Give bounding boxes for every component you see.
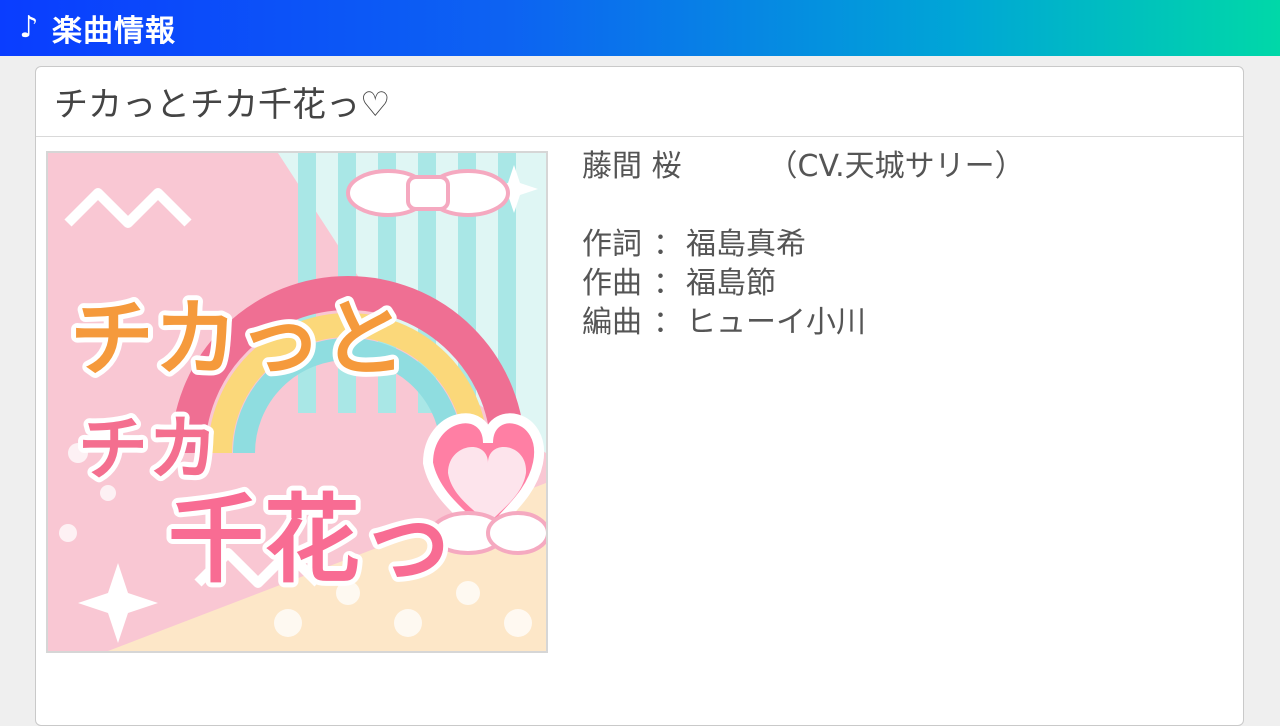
album-jacket-image: チカっと チカ 千花っ — [46, 151, 548, 653]
artist-row: 藤間 桜 （CV.天城サリー） — [582, 147, 1025, 186]
credit-lyrics: 作詞 ： 福島真希 — [582, 225, 1025, 264]
music-note-icon: ♪ — [19, 10, 39, 45]
artist-name: 藤間 桜 — [582, 149, 682, 184]
artist-cv: （CV.天城サリー） — [767, 149, 1025, 184]
credit-separator: ： — [653, 305, 683, 340]
credit-arrangement: 編曲 ： ヒューイ小川 — [582, 303, 1025, 342]
credit-value: ヒューイ小川 — [686, 305, 866, 340]
song-title: チカっとチカ千花っ♡ — [36, 67, 1243, 137]
page-title: 楽曲情報 — [52, 14, 176, 49]
credit-composition: 作曲 ： 福島節 — [582, 264, 1025, 303]
jacket-title-line1: チカっと — [70, 290, 406, 388]
credit-separator: ： — [653, 227, 683, 262]
song-info-panel: チカっとチカ千花っ♡ チカっと チカ 千花っ 藤間 桜 （CV.天城サリー） 作… — [35, 66, 1244, 726]
credit-separator: ： — [653, 266, 683, 301]
credit-label: 作詞 — [582, 227, 642, 262]
top-bar: ♪ 楽曲情報 — [0, 0, 1280, 56]
credit-label: 作曲 — [582, 266, 642, 301]
credit-label: 編曲 — [582, 305, 642, 340]
jacket-title-line3: 千花っ — [168, 484, 456, 596]
credits-list: 作詞 ： 福島真希 作曲 ： 福島節 編曲 ： ヒューイ小川 — [582, 225, 1025, 342]
song-details: 藤間 桜 （CV.天城サリー） 作詞 ： 福島真希 作曲 ： 福島節 編曲 ： … — [582, 147, 1025, 342]
jacket-title-line2: チカ — [78, 408, 218, 490]
credit-value: 福島節 — [686, 266, 776, 301]
credit-value: 福島真希 — [686, 227, 806, 262]
